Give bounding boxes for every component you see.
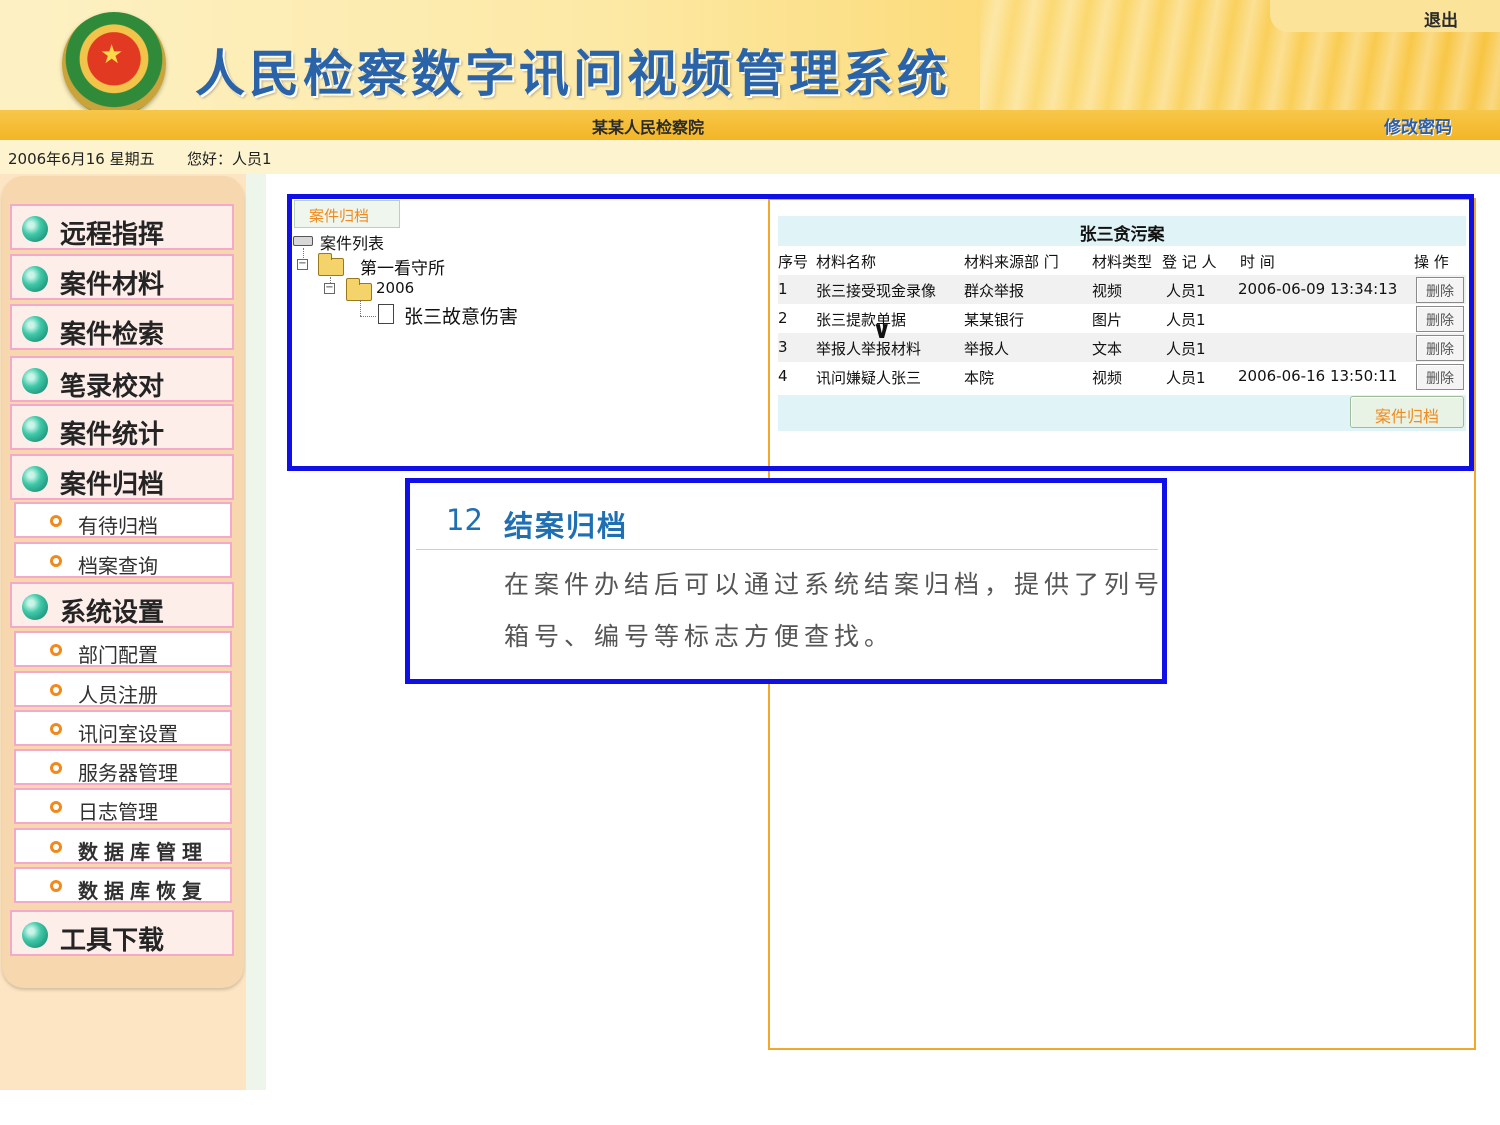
sidebar-item-server-management[interactable]: 服务器管理	[14, 749, 232, 785]
sidebar-item-transcript-proofread[interactable]: 笔录校对	[10, 356, 234, 402]
logout-button[interactable]: 退出	[1424, 6, 1458, 31]
sidebar-item-department-config[interactable]: 部门配置	[14, 631, 232, 667]
sidebar-item-label: 讯问室设置	[78, 722, 178, 746]
bullet-icon	[50, 555, 62, 567]
sidebar-item-case-archive[interactable]: 案件归档	[10, 454, 234, 500]
sidebar-item-remote-command[interactable]: 远程指挥	[10, 204, 234, 250]
bullet-icon	[50, 515, 62, 527]
bullet-icon	[50, 684, 62, 696]
green-orb-icon	[22, 316, 48, 342]
sidebar-item-label: 数据库恢复	[78, 879, 208, 903]
sidebar-item-archive-query[interactable]: 档案查询	[14, 542, 232, 578]
annotation-callout: 12 结案归档 在案件办结后可以通过系统结案归档，提供了列号 箱号、编号等标志方…	[405, 478, 1167, 684]
sidebar-item-database-management[interactable]: 数据库管理	[14, 828, 232, 864]
sidebar-divider	[246, 174, 266, 1090]
sidebar-item-interrogation-room-settings[interactable]: 讯问室设置	[14, 710, 232, 746]
green-orb-icon	[22, 594, 48, 620]
sidebar-item-tool-download[interactable]: 工具下载	[10, 910, 234, 956]
sidebar-item-case-statistics[interactable]: 案件统计	[10, 404, 234, 450]
annotation-title: 结案归档	[504, 509, 629, 543]
logout-tab: 退出	[1270, 0, 1500, 32]
green-orb-icon	[22, 922, 48, 948]
change-password-link[interactable]: 修改密码	[1384, 113, 1452, 138]
bullet-icon	[50, 801, 62, 813]
bullet-icon	[50, 644, 62, 656]
procuratorate-emblem-icon: ★	[62, 12, 166, 116]
green-orb-icon	[22, 216, 48, 242]
sidebar-item-label: 数据库管理	[78, 840, 208, 864]
sidebar-item-label: 案件统计	[60, 420, 165, 450]
sidebar-item-label: 部门配置	[78, 643, 158, 667]
bullet-icon	[50, 841, 62, 853]
sidebar-item-label: 系统设置	[60, 598, 165, 628]
green-orb-icon	[22, 368, 48, 394]
sidebar-item-label: 有待归档	[78, 514, 158, 538]
sidebar-item-system-settings[interactable]: 系统设置	[10, 582, 234, 628]
sidebar-item-label: 工具下载	[60, 926, 165, 956]
app-title: 人民检察数字讯问视频管理系统	[195, 44, 951, 103]
annotation-text-line: 箱号、编号等标志方便查找。	[504, 622, 895, 651]
sidebar-nav: 远程指挥 案件材料 案件检索 笔录校对 案件统计 案件归档 有待归档 档案查询 …	[2, 176, 244, 988]
sidebar-item-case-search[interactable]: 案件检索	[10, 304, 234, 350]
user-greeting: 您好：人员1	[187, 150, 272, 168]
sidebar-item-label: 远程指挥	[60, 220, 165, 250]
current-date: 2006年6月16 星期五	[8, 150, 155, 168]
sidebar-item-label: 笔录校对	[60, 372, 165, 402]
sidebar-item-pending-archive[interactable]: 有待归档	[14, 502, 232, 538]
sidebar-item-staff-registration[interactable]: 人员注册	[14, 671, 232, 707]
highlight-box	[287, 194, 1474, 471]
sidebar-item-label: 案件检索	[60, 320, 165, 350]
green-orb-icon	[22, 466, 48, 492]
sidebar-item-label: 人员注册	[78, 683, 158, 707]
sidebar-item-label: 服务器管理	[78, 761, 178, 785]
bullet-icon	[50, 880, 62, 892]
green-orb-icon	[22, 266, 48, 292]
annotation-number: 12	[446, 503, 483, 537]
sidebar-item-case-materials[interactable]: 案件材料	[10, 254, 234, 300]
info-bar: 2006年6月16 星期五 您好：人员1	[0, 140, 1500, 174]
annotation-divider	[416, 549, 1158, 550]
bullet-icon	[50, 762, 62, 774]
sidebar-item-label: 案件归档	[60, 470, 165, 500]
sidebar-item-label: 日志管理	[78, 800, 158, 824]
bullet-icon	[50, 723, 62, 735]
sidebar-item-label: 案件材料	[60, 270, 165, 300]
green-orb-icon	[22, 416, 48, 442]
sidebar-item-log-management[interactable]: 日志管理	[14, 788, 232, 824]
sidebar-item-database-restore[interactable]: 数据库恢复	[14, 867, 232, 903]
header-subbar: 某某人民检察院 修改密码	[0, 110, 1500, 140]
sidebar-item-label: 档案查询	[78, 554, 158, 578]
organization-name: 某某人民检察院	[592, 118, 705, 137]
annotation-text-line: 在案件办结后可以通过系统结案归档，提供了列号	[504, 570, 1165, 599]
